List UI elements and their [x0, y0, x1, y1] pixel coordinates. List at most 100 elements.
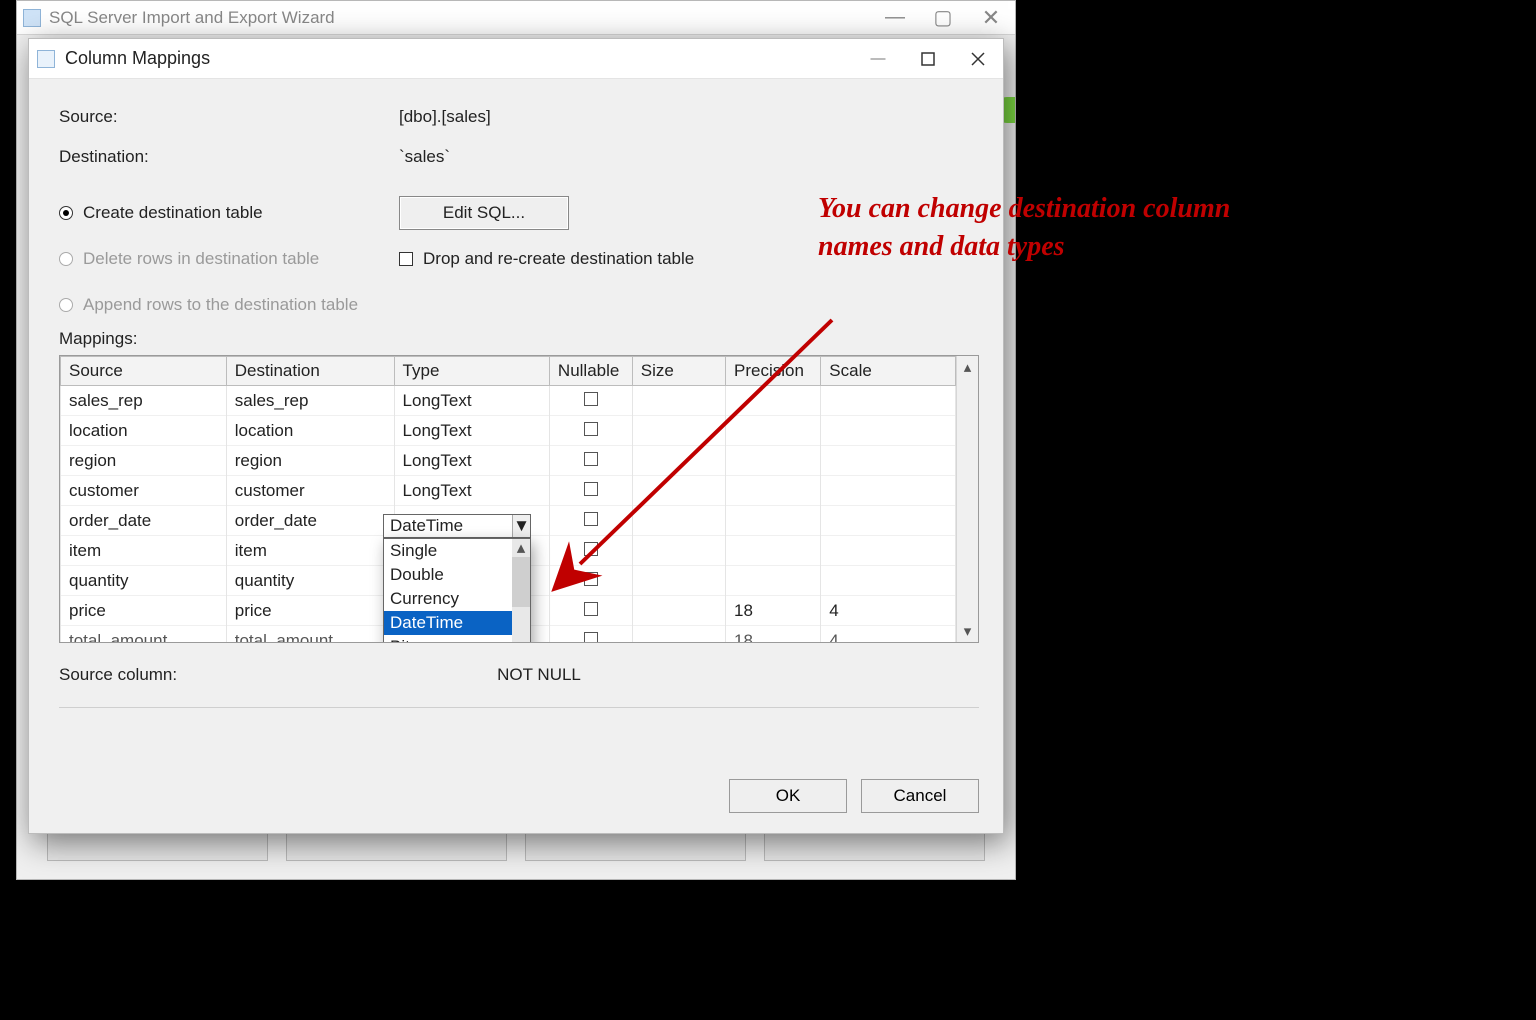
- table-cell[interactable]: [632, 626, 725, 643]
- type-dropdown-list[interactable]: SingleDoubleCurrencyDateTimeBitByteGUIDB…: [383, 538, 531, 642]
- table-cell[interactable]: sales_rep: [226, 386, 394, 416]
- table-cell[interactable]: region: [61, 446, 227, 476]
- table-cell[interactable]: [632, 416, 725, 446]
- table-cell[interactable]: [549, 566, 632, 596]
- table-cell[interactable]: 4: [821, 626, 956, 643]
- column-header[interactable]: Type: [394, 357, 549, 386]
- table-cell[interactable]: order_date: [226, 506, 394, 536]
- table-cell[interactable]: [821, 506, 956, 536]
- table-cell[interactable]: [726, 386, 821, 416]
- table-cell[interactable]: 4: [821, 596, 956, 626]
- column-header[interactable]: Source: [61, 357, 227, 386]
- edit-sql-button[interactable]: Edit SQL...: [399, 196, 569, 230]
- nullable-checkbox[interactable]: [584, 482, 598, 496]
- table-cell[interactable]: [821, 536, 956, 566]
- scroll-up-icon[interactable]: ▴: [957, 356, 978, 378]
- dropdown-scrollbar[interactable]: ▴ ▾: [512, 539, 530, 642]
- table-cell[interactable]: [726, 566, 821, 596]
- table-cell[interactable]: [632, 536, 725, 566]
- table-cell[interactable]: quantity: [61, 566, 227, 596]
- chevron-down-icon[interactable]: ▼: [512, 515, 530, 537]
- scroll-thumb[interactable]: [512, 557, 530, 607]
- table-cell[interactable]: [549, 416, 632, 446]
- nullable-checkbox[interactable]: [584, 602, 598, 616]
- table-cell[interactable]: [632, 386, 725, 416]
- cancel-button[interactable]: Cancel: [861, 779, 979, 813]
- scroll-up-icon[interactable]: ▴: [512, 539, 530, 557]
- table-cell[interactable]: [549, 386, 632, 416]
- table-cell[interactable]: total_amount: [226, 626, 394, 643]
- nullable-checkbox[interactable]: [584, 542, 598, 556]
- wizard-minimize-button[interactable]: —: [871, 1, 919, 34]
- dialog-close-button[interactable]: [953, 39, 1003, 78]
- table-cell[interactable]: [726, 416, 821, 446]
- table-cell[interactable]: LongText: [394, 476, 549, 506]
- wizard-titlebar[interactable]: SQL Server Import and Export Wizard — ▢ …: [17, 1, 1015, 35]
- table-cell[interactable]: LongText: [394, 446, 549, 476]
- table-row[interactable]: locationlocationLongText: [61, 416, 956, 446]
- table-cell[interactable]: total_amount: [61, 626, 227, 643]
- table-cell[interactable]: item: [61, 536, 227, 566]
- checkbox-drop-recreate[interactable]: Drop and re-create destination table: [399, 249, 694, 269]
- dropdown-option[interactable]: DateTime: [384, 611, 512, 635]
- mappings-grid[interactable]: SourceDestinationTypeNullableSizePrecisi…: [59, 355, 979, 643]
- table-cell[interactable]: [549, 596, 632, 626]
- column-header[interactable]: Destination: [226, 357, 394, 386]
- table-cell[interactable]: quantity: [226, 566, 394, 596]
- table-cell[interactable]: [549, 506, 632, 536]
- wizard-close-button[interactable]: ✕: [967, 1, 1015, 34]
- table-cell[interactable]: 18: [726, 626, 821, 643]
- table-cell[interactable]: [821, 476, 956, 506]
- dialog-titlebar[interactable]: Column Mappings —: [29, 39, 1003, 79]
- table-cell[interactable]: [549, 476, 632, 506]
- nullable-checkbox[interactable]: [584, 512, 598, 526]
- column-header[interactable]: Nullable: [549, 357, 632, 386]
- column-header[interactable]: Scale: [821, 357, 956, 386]
- table-cell[interactable]: [726, 446, 821, 476]
- table-cell[interactable]: [549, 536, 632, 566]
- table-cell[interactable]: price: [226, 596, 394, 626]
- dialog-maximize-button[interactable]: [903, 39, 953, 78]
- table-cell[interactable]: item: [226, 536, 394, 566]
- dropdown-option[interactable]: Single: [384, 539, 512, 563]
- dropdown-option[interactable]: Currency: [384, 587, 512, 611]
- table-cell[interactable]: [821, 446, 956, 476]
- table-cell[interactable]: [821, 386, 956, 416]
- table-cell[interactable]: [726, 506, 821, 536]
- dropdown-option[interactable]: Bit: [384, 635, 512, 642]
- table-cell[interactable]: 18: [726, 596, 821, 626]
- table-cell[interactable]: location: [61, 416, 227, 446]
- table-cell[interactable]: LongText: [394, 416, 549, 446]
- table-cell[interactable]: [821, 416, 956, 446]
- table-cell[interactable]: [632, 506, 725, 536]
- table-cell[interactable]: customer: [61, 476, 227, 506]
- nullable-checkbox[interactable]: [584, 632, 598, 643]
- table-cell[interactable]: [726, 536, 821, 566]
- table-row[interactable]: regionregionLongText: [61, 446, 956, 476]
- table-cell[interactable]: [821, 566, 956, 596]
- column-header[interactable]: Precision: [726, 357, 821, 386]
- nullable-checkbox[interactable]: [584, 422, 598, 436]
- table-cell[interactable]: sales_rep: [61, 386, 227, 416]
- table-cell[interactable]: customer: [226, 476, 394, 506]
- nullable-checkbox[interactable]: [584, 452, 598, 466]
- table-cell[interactable]: location: [226, 416, 394, 446]
- table-row[interactable]: customercustomerLongText: [61, 476, 956, 506]
- table-cell[interactable]: order_date: [61, 506, 227, 536]
- nullable-checkbox[interactable]: [584, 572, 598, 586]
- dialog-minimize-button[interactable]: —: [853, 39, 903, 78]
- type-dropdown-cell[interactable]: DateTime ▼: [383, 514, 531, 538]
- scroll-down-icon[interactable]: ▾: [957, 620, 978, 642]
- nullable-checkbox[interactable]: [584, 392, 598, 406]
- table-cell[interactable]: [726, 476, 821, 506]
- table-cell[interactable]: LongText: [394, 386, 549, 416]
- table-row[interactable]: sales_repsales_repLongText: [61, 386, 956, 416]
- table-cell[interactable]: [549, 446, 632, 476]
- table-cell[interactable]: region: [226, 446, 394, 476]
- radio-create-destination-table[interactable]: Create destination table: [59, 203, 399, 223]
- table-cell[interactable]: [632, 596, 725, 626]
- table-cell[interactable]: [632, 566, 725, 596]
- table-cell[interactable]: price: [61, 596, 227, 626]
- ok-button[interactable]: OK: [729, 779, 847, 813]
- dropdown-option[interactable]: Double: [384, 563, 512, 587]
